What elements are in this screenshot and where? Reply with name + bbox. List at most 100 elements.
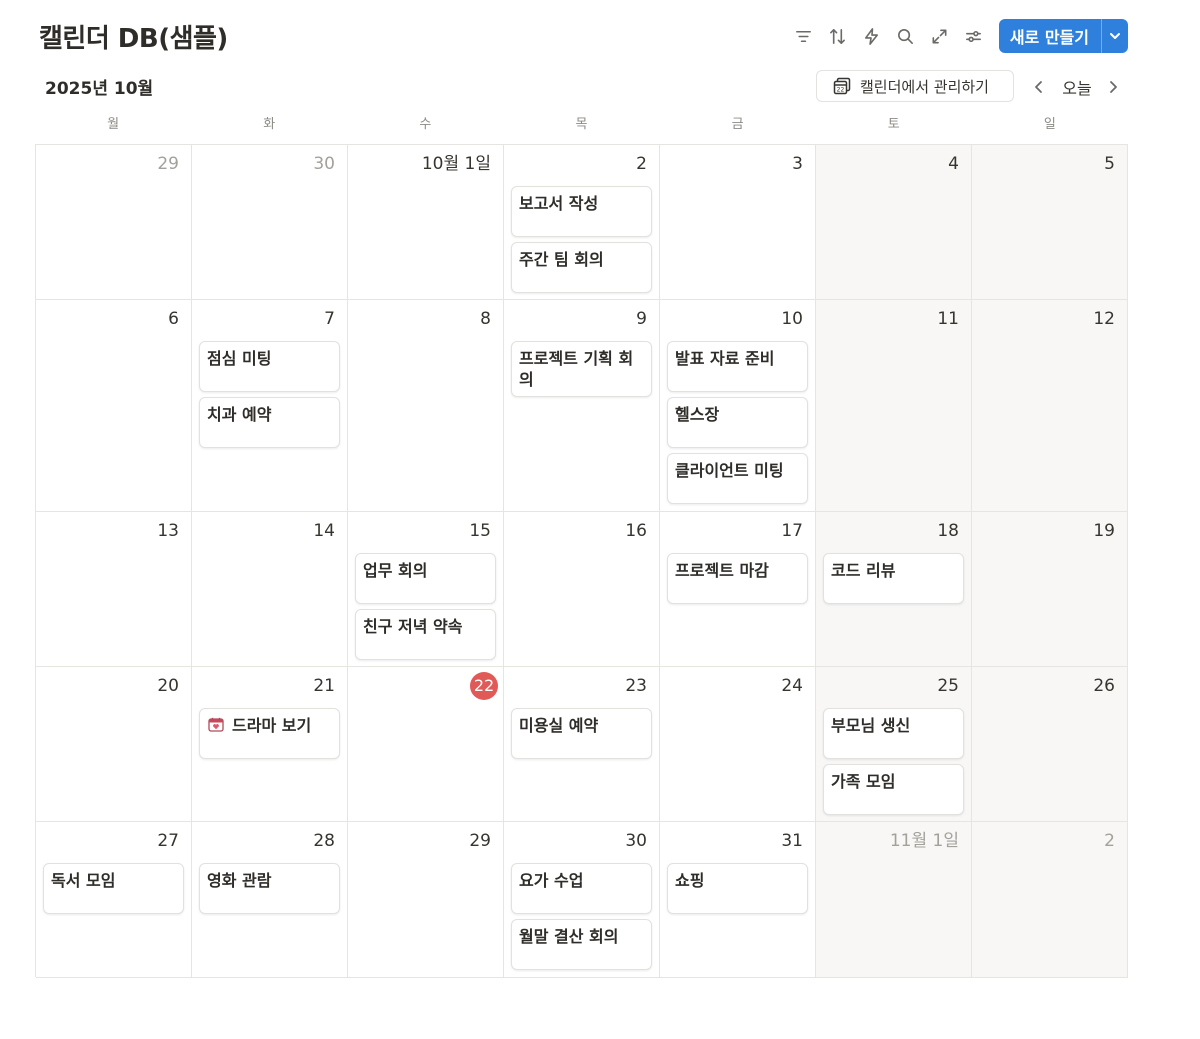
day-number: 5 [1104, 154, 1115, 174]
day-cell[interactable]: 28 영화 관람 [192, 822, 348, 978]
event-card[interactable]: 드라마 보기 [199, 708, 340, 759]
event-card[interactable]: 발표 자료 준비 [667, 341, 808, 392]
day-cell[interactable]: 7 점심 미팅 치과 예약 [192, 300, 348, 512]
day-cell[interactable]: 10월 1일 [348, 145, 504, 300]
day-cell[interactable]: 30 [192, 145, 348, 300]
day-number: 26 [1093, 676, 1115, 696]
day-cell[interactable]: 16 [504, 512, 660, 667]
day-cell[interactable]: 17 프로젝트 마감 [660, 512, 816, 667]
day-cell[interactable]: 11 [816, 300, 972, 512]
event-title: 헬스장 [675, 405, 720, 424]
day-number: 31 [781, 831, 803, 851]
day-number: 10월 1일 [421, 154, 491, 174]
day-cell[interactable]: 2 보고서 작성 주간 팀 회의 [504, 145, 660, 300]
day-number: 29 [469, 831, 491, 851]
event-title: 가족 모임 [831, 772, 896, 791]
day-cell[interactable]: 24 [660, 667, 816, 822]
event-card[interactable]: 업무 회의 [355, 553, 496, 604]
automation-icon[interactable] [855, 19, 889, 53]
chevron-down-icon [1110, 33, 1120, 39]
event-card[interactable]: 주간 팀 회의 [511, 242, 652, 293]
day-cell[interactable]: 31 쇼핑 [660, 822, 816, 978]
day-number: 19 [1093, 521, 1115, 541]
event-card[interactable]: 요가 수업 [511, 863, 652, 914]
day-number: 21 [313, 676, 335, 696]
event-card[interactable]: 프로젝트 기획 회의 [511, 341, 652, 397]
event-title: 보고서 작성 [519, 194, 599, 213]
event-card[interactable]: 친구 저녁 약속 [355, 609, 496, 660]
day-cell[interactable]: 21 드라마 보기 [192, 667, 348, 822]
day-cell[interactable]: 18 코드 리뷰 [816, 512, 972, 667]
event-card[interactable]: 클라이언트 미팅 [667, 453, 808, 504]
day-cell[interactable]: 25 부모님 생신 가족 모임 [816, 667, 972, 822]
event-title: 부모님 생신 [831, 716, 911, 735]
day-number: 14 [313, 521, 335, 541]
day-cell[interactable]: 2 [972, 822, 1128, 978]
day-cell[interactable]: 19 [972, 512, 1128, 667]
day-cell[interactable]: 10 발표 자료 준비헬스장클라이언트 미팅 [660, 300, 816, 512]
day-cell[interactable]: 23 미용실 예약 [504, 667, 660, 822]
new-button-group: 새로 만들기 [998, 19, 1128, 53]
event-title: 발표 자료 준비 [675, 349, 775, 368]
event-card[interactable]: 쇼핑 [667, 863, 808, 914]
filter-icon[interactable] [787, 19, 821, 53]
day-cell[interactable]: 27 독서 모임 [36, 822, 192, 978]
today-button[interactable]: 오늘 [1055, 74, 1099, 100]
event-card[interactable]: 부모님 생신 [823, 708, 964, 759]
day-cell[interactable]: 15 업무 회의 친구 저녁 약속 [348, 512, 504, 667]
event-card[interactable]: 코드 리뷰 [823, 553, 964, 604]
day-cell[interactable]: 12 [972, 300, 1128, 512]
event-title: 친구 저녁 약속 [363, 617, 463, 636]
settings-sliders-icon[interactable] [957, 19, 991, 53]
event-card[interactable]: 헬스장 [667, 397, 808, 448]
event-title: 쇼핑 [675, 871, 705, 890]
prev-month-button[interactable] [1028, 76, 1050, 98]
event-card[interactable]: 미용실 예약 [511, 708, 652, 759]
day-cell[interactable]: 13 [36, 512, 192, 667]
event-title: 클라이언트 미팅 [675, 461, 784, 480]
next-month-button[interactable] [1102, 76, 1124, 98]
event-card[interactable]: 월말 결산 회의 [511, 919, 652, 970]
event-card[interactable]: 치과 예약 [199, 397, 340, 448]
day-number: 10 [781, 309, 803, 329]
day-cell[interactable]: 4 [816, 145, 972, 300]
weekday-label: 금 [731, 117, 744, 132]
event-card[interactable]: 보고서 작성 [511, 186, 652, 237]
day-cell[interactable]: 5 [972, 145, 1128, 300]
day-cell[interactable]: 3 [660, 145, 816, 300]
event-title: 독서 모임 [51, 871, 116, 890]
toolbar: 새로 만들기 [787, 19, 1128, 53]
day-cell[interactable]: 8 [348, 300, 504, 512]
day-cell[interactable]: 6 [36, 300, 192, 512]
event-card[interactable]: 독서 모임 [43, 863, 184, 914]
weekday-label: 화 [263, 117, 276, 132]
event-card[interactable]: 가족 모임 [823, 764, 964, 815]
weekday-header: 월 화 수 목 금 토 일 [35, 114, 1128, 136]
day-cell[interactable]: 22 [348, 667, 504, 822]
search-icon[interactable] [889, 19, 923, 53]
new-button-dropdown[interactable] [1101, 19, 1128, 53]
event-title: 업무 회의 [363, 561, 428, 580]
day-number: 4 [948, 154, 959, 174]
expand-icon[interactable] [923, 19, 957, 53]
calendar-icon: 22 [833, 77, 851, 95]
day-cell[interactable]: 30 요가 수업 월말 결산 회의 [504, 822, 660, 978]
event-card[interactable]: 영화 관람 [199, 863, 340, 914]
event-title: 치과 예약 [207, 405, 272, 424]
day-cell[interactable]: 26 [972, 667, 1128, 822]
day-number: 30 [313, 154, 335, 174]
day-cell[interactable]: 14 [192, 512, 348, 667]
day-cell[interactable]: 29 [348, 822, 504, 978]
manage-in-calendar-button[interactable]: 22 캘린더에서 관리하기 [816, 70, 1014, 102]
day-number: 23 [625, 676, 647, 696]
day-cell[interactable]: 20 [36, 667, 192, 822]
event-card[interactable]: 점심 미팅 [199, 341, 340, 392]
day-cell[interactable]: 29 [36, 145, 192, 300]
sort-icon[interactable] [821, 19, 855, 53]
day-cell[interactable]: 9 프로젝트 기획 회의 [504, 300, 660, 512]
day-number: 8 [480, 309, 491, 329]
day-cell[interactable]: 11월 1일 [816, 822, 972, 978]
new-button[interactable]: 새로 만들기 [999, 19, 1101, 53]
event-card[interactable]: 프로젝트 마감 [667, 553, 808, 604]
event-title: 코드 리뷰 [831, 561, 896, 580]
